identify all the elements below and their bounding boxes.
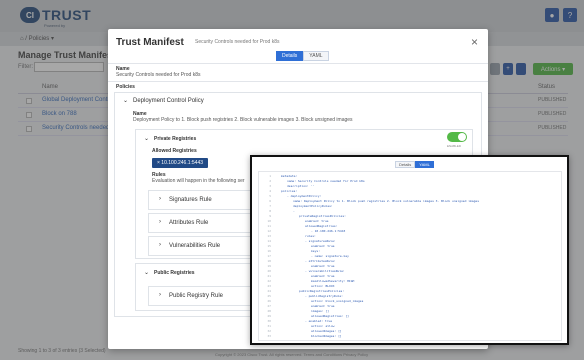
policies-label: Policies xyxy=(116,84,135,90)
view-tabs: Details YAML xyxy=(276,51,329,61)
policy-name-value: Deployment Policy to 1. Block push regis… xyxy=(133,117,353,123)
tab-yaml[interactable]: YAML xyxy=(303,51,329,61)
chevron-down-icon[interactable]: ⌄ xyxy=(123,97,128,104)
modal-title: Trust Manifest xyxy=(116,37,184,48)
chevron-down-icon[interactable]: ⌄ xyxy=(144,135,149,142)
toggle-knob xyxy=(458,133,466,141)
chevron-right-icon[interactable]: › xyxy=(159,196,161,202)
close-icon[interactable]: × xyxy=(471,35,478,49)
tab-yaml[interactable]: YAML xyxy=(415,161,434,168)
chevron-right-icon[interactable]: › xyxy=(159,242,161,248)
line-number: 33 xyxy=(267,334,271,338)
rules-description: Evaluation will happen in the following … xyxy=(152,178,245,184)
registry-chip[interactable]: × 10.100.246.1:5443 xyxy=(152,158,209,168)
name-value: Security Controls needed for Prod k8s xyxy=(116,72,201,78)
deployment-policy-title[interactable]: Deployment Control Policy xyxy=(133,98,204,104)
rule-label[interactable]: Attributes Rule xyxy=(169,220,208,226)
chevron-down-icon[interactable]: ⌄ xyxy=(144,269,149,276)
public-registries-title[interactable]: Public Registries xyxy=(154,270,195,276)
code-text: blockedImages: [] xyxy=(311,334,342,338)
chevron-right-icon[interactable]: › xyxy=(159,219,161,225)
modal-description: Security Controls needed for Prod k8s xyxy=(195,39,280,45)
divider xyxy=(108,63,488,64)
code-line: 33 blockedImages: [] xyxy=(259,334,561,339)
private-registries-toggle[interactable] xyxy=(447,132,467,142)
chevron-right-icon[interactable]: › xyxy=(159,292,161,298)
tab-details[interactable]: Details xyxy=(276,51,304,61)
tab-details[interactable]: Details xyxy=(395,161,416,168)
toggle-label: ENABLED xyxy=(447,144,462,148)
rule-label[interactable]: Signatures Rule xyxy=(169,197,212,203)
allowed-registries-label: Allowed Registries xyxy=(152,148,197,154)
rule-label[interactable]: Vulnerabilities Rule xyxy=(169,243,220,249)
divider xyxy=(108,81,488,82)
yaml-preview-overlay: Details YAML 1 metadata: 2 name: Security C… xyxy=(250,155,569,345)
private-registries-title[interactable]: Private Registries xyxy=(154,136,196,142)
yaml-view-tabs: Details YAML xyxy=(395,161,434,168)
yaml-code-editor[interactable]: 1 metadata: 2 name: Security Controls neede… xyxy=(258,171,562,341)
rule-label[interactable]: Public Registry Rule xyxy=(169,293,223,299)
